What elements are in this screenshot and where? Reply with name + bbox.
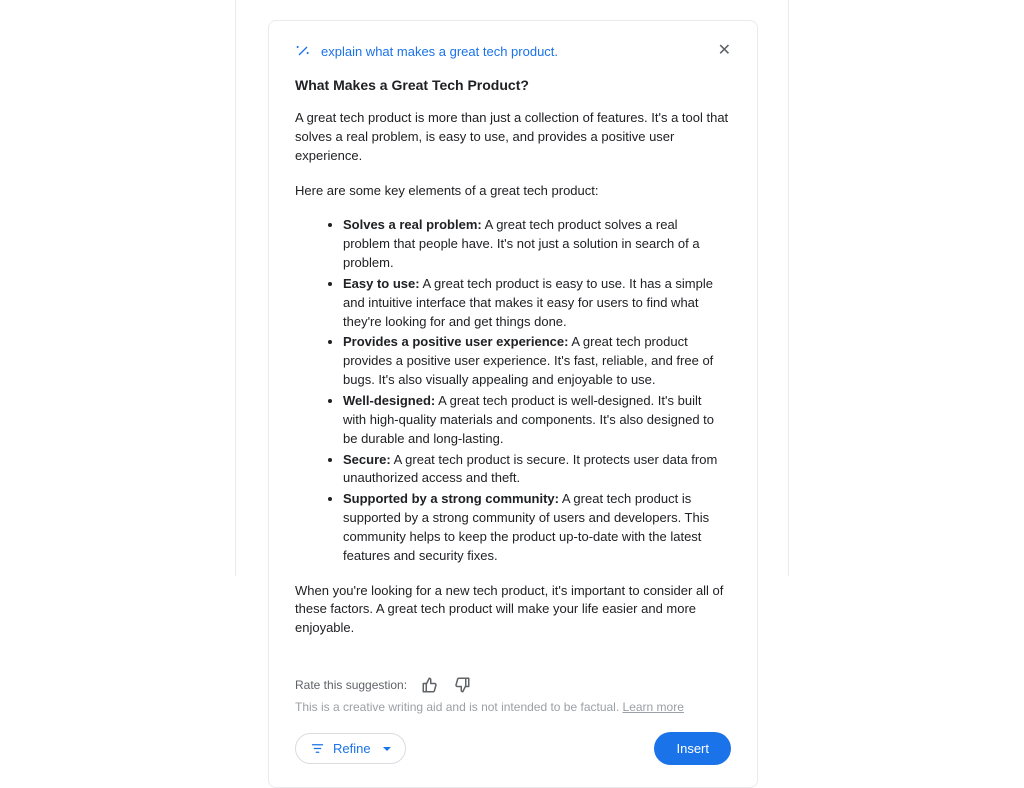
actions-row: Refine Insert: [295, 732, 731, 765]
refine-button[interactable]: Refine: [295, 733, 406, 764]
list-item: Provides a positive user experience: A g…: [343, 333, 731, 390]
list-item: Well-designed: A great tech product is w…: [343, 392, 731, 449]
list-item: Solves a real problem: A great tech prod…: [343, 216, 731, 273]
suggestion-card: explain what makes a great tech product.…: [268, 20, 758, 788]
content-intro: A great tech product is more than just a…: [295, 109, 731, 166]
thumbs-up-icon[interactable]: [421, 676, 439, 694]
disclaimer: This is a creative writing aid and is no…: [295, 700, 731, 714]
card-header: explain what makes a great tech product.…: [295, 43, 731, 59]
magic-wand-icon: [295, 43, 311, 59]
prompt-text: explain what makes a great tech product.: [321, 44, 558, 59]
learn-more-link[interactable]: Learn more: [623, 700, 684, 714]
refine-label: Refine: [333, 741, 371, 756]
insert-button[interactable]: Insert: [654, 732, 731, 765]
bullet-list: Solves a real problem: A great tech prod…: [295, 216, 731, 565]
prompt-row: explain what makes a great tech product.: [295, 43, 558, 59]
rating-row: Rate this suggestion:: [295, 676, 731, 694]
list-item: Easy to use: A great tech product is eas…: [343, 275, 731, 332]
content-body: What Makes a Great Tech Product? A great…: [295, 77, 731, 638]
filter-icon: [310, 741, 325, 756]
list-item: Secure: A great tech product is secure. …: [343, 451, 731, 489]
close-icon[interactable]: ✕: [718, 43, 731, 59]
content-title: What Makes a Great Tech Product?: [295, 77, 731, 93]
chevron-down-icon: [383, 747, 391, 751]
disclaimer-text: This is a creative writing aid and is no…: [295, 700, 623, 714]
list-item: Supported by a strong community: A great…: [343, 490, 731, 565]
content-outro: When you're looking for a new tech produ…: [295, 582, 731, 639]
content-lead-in: Here are some key elements of a great te…: [295, 182, 731, 201]
rating-label: Rate this suggestion:: [295, 678, 407, 692]
thumbs-down-icon[interactable]: [453, 676, 471, 694]
